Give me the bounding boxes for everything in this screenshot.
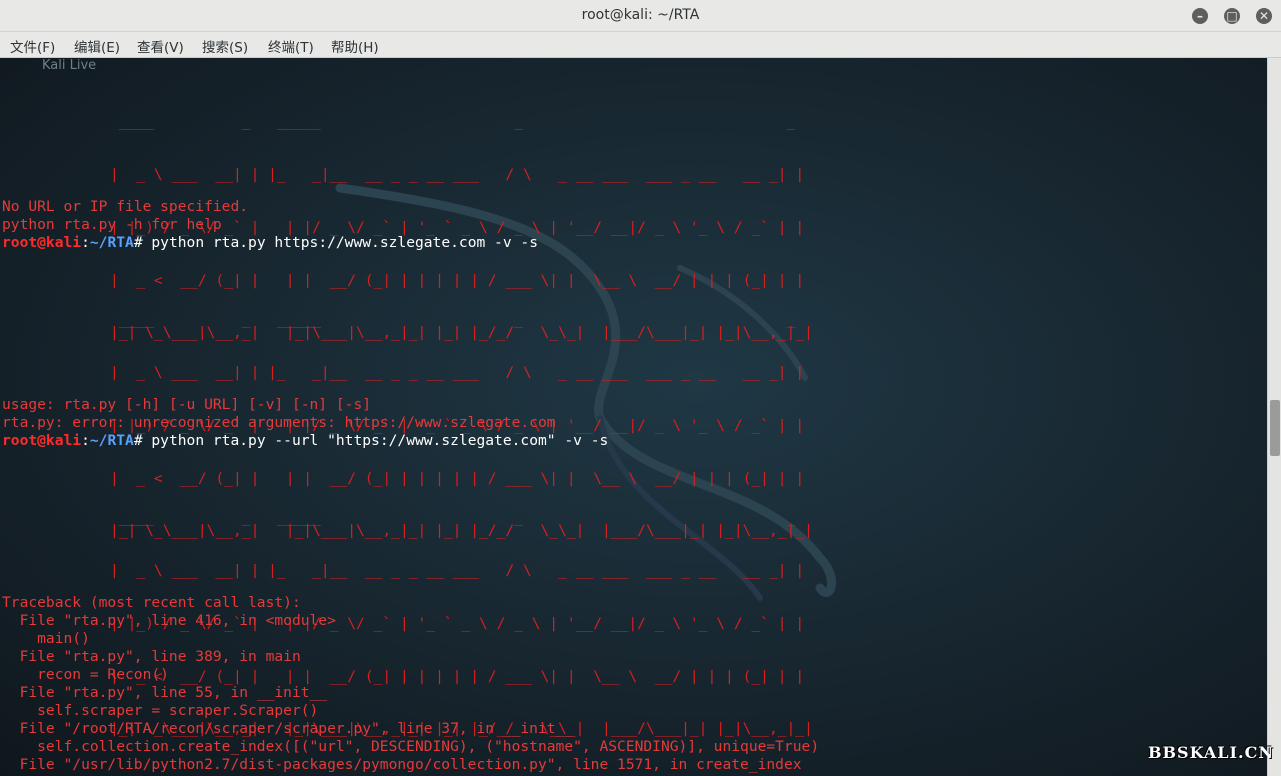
traceback-line: File "rta.py", line 389, in main xyxy=(2,648,301,665)
output-line: No URL or IP file specified. xyxy=(2,198,249,215)
traceback-line: main() xyxy=(2,630,90,647)
site-watermark: BBSKALI.CN xyxy=(1148,743,1274,762)
banner-line: | _ \ ___ __| | |_ _|__ __ _ _ __ ___ / … xyxy=(110,363,805,381)
prompt-user: root@kali xyxy=(2,432,82,449)
banner-line: ____ _ _____ _ _ xyxy=(110,113,805,131)
traceback-line: recon = Recon() xyxy=(2,666,169,683)
terminal-area[interactable]: Kali Live ____ _ _____ _ _ | _ \ ___ __|… xyxy=(0,58,1267,776)
scrollbar-thumb[interactable] xyxy=(1270,400,1280,456)
banner-line: ____ _ _____ _ _ xyxy=(110,311,805,329)
output-line: rta.py: error: unrecognized arguments: h… xyxy=(2,414,556,431)
close-button[interactable]: ✕ xyxy=(1256,8,1272,24)
prompt-user: root@kali xyxy=(2,234,82,251)
menu-terminal[interactable]: 终端(T) xyxy=(268,36,314,56)
minimize-button[interactable]: – xyxy=(1192,8,1208,24)
prompt-hash: # xyxy=(133,432,152,449)
menu-bar: 文件(F) 编辑(E) 查看(V) 搜索(S) 终端(T) 帮助(H) xyxy=(0,32,1281,58)
traceback-line: File "/usr/lib/python2.7/dist-packages/p… xyxy=(2,756,802,773)
title-bar: root@kali: ~/RTA – □ ✕ xyxy=(0,0,1281,32)
menu-view[interactable]: 查看(V) xyxy=(137,36,184,56)
window-title: root@kali: ~/RTA xyxy=(581,7,700,23)
maximize-button[interactable]: □ xyxy=(1224,8,1240,24)
traceback-line: File "rta.py", line 55, in __init__ xyxy=(2,684,328,701)
prompt-path: RTA xyxy=(107,234,134,251)
traceback-line: Traceback (most recent call last): xyxy=(2,594,301,611)
traceback-line: File "rta.py", line 416, in <module> xyxy=(2,612,336,629)
command-text: python rta.py --url "https://www.szlegat… xyxy=(151,432,609,449)
desktop-label: Kali Live xyxy=(42,58,97,73)
command-line: root@kali:~/RTA# python rta.py --url "ht… xyxy=(2,432,608,450)
menu-file[interactable]: 文件(F) xyxy=(10,36,55,56)
command-line: root@kali:~/RTA# python rta.py https://w… xyxy=(2,234,538,252)
banner-line: | _ \ ___ __| | |_ _|__ __ _ _ __ ___ / … xyxy=(110,165,805,183)
prompt-hash: # xyxy=(133,234,152,251)
banner-line: ____ _ _____ _ _ xyxy=(110,509,805,527)
menu-search[interactable]: 搜索(S) xyxy=(202,36,248,56)
traceback-line: self.scraper = scraper.Scraper() xyxy=(2,702,319,719)
prompt-sep: : xyxy=(81,234,90,251)
menu-edit[interactable]: 编辑(E) xyxy=(74,36,120,56)
menu-help[interactable]: 帮助(H) xyxy=(331,36,379,56)
scrollbar[interactable] xyxy=(1267,58,1281,776)
prompt-path-prefix: ~/ xyxy=(89,234,108,251)
traceback-line: File "/root/RTA/recon/scraper/scraper.py… xyxy=(2,720,574,737)
banner-line: | _ \ ___ __| | |_ _|__ __ _ _ __ ___ / … xyxy=(110,561,805,579)
prompt-path-prefix: ~/ xyxy=(89,432,108,449)
traceback-line: self.collection.create_index([("url", DE… xyxy=(2,738,820,755)
prompt-path: RTA xyxy=(107,432,134,449)
output-line: usage: rta.py [-h] [-u URL] [-v] [-n] [-… xyxy=(2,396,372,413)
banner-line: | _ < __/ (_| | | | __/ (_| | | | | | / … xyxy=(110,667,805,685)
command-text: python rta.py https://www.szlegate.com -… xyxy=(151,234,538,251)
output-line: python rta.py -h for help xyxy=(2,216,222,233)
prompt-sep: : xyxy=(81,432,90,449)
